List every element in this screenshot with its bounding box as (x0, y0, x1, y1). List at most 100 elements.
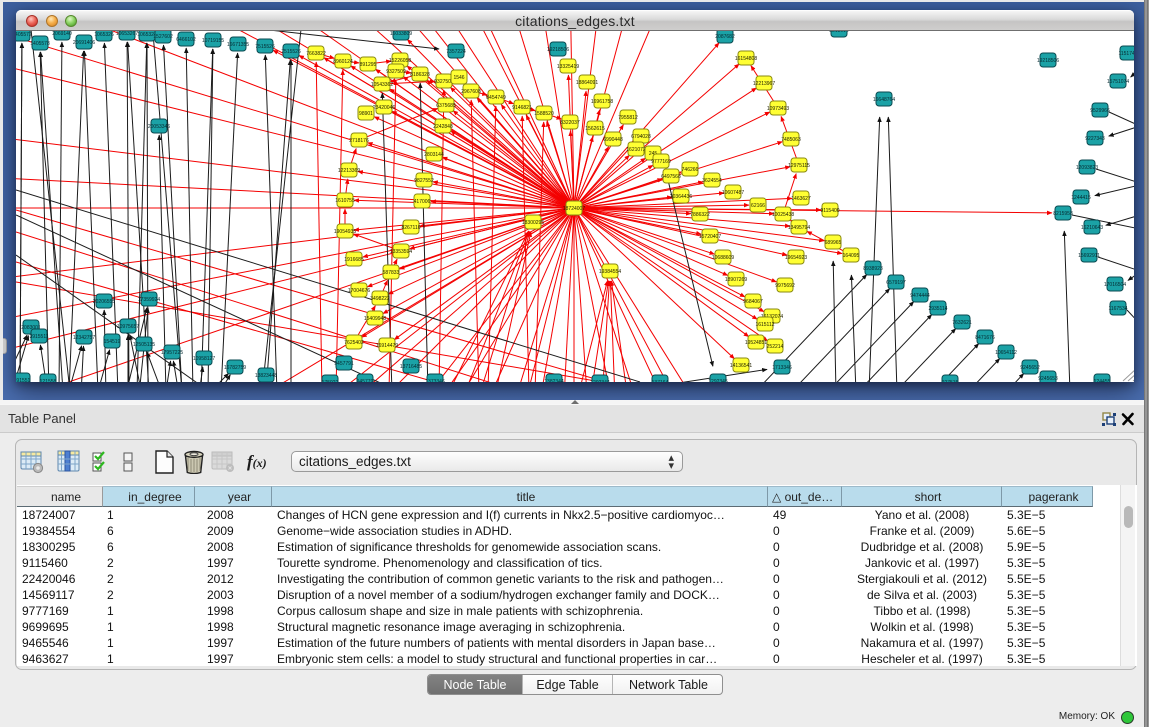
svg-text:15409948: 15409948 (364, 316, 386, 322)
svg-text:1621072: 1621072 (626, 147, 646, 153)
svg-text:9684067: 9684067 (743, 299, 763, 305)
svg-text:23420046: 23420046 (373, 105, 395, 111)
svg-text:9529966: 9529966 (1090, 108, 1110, 114)
svg-text:8454749: 8454749 (486, 95, 506, 101)
svg-text:7515526: 7515526 (255, 44, 275, 50)
svg-text:1713346: 1713346 (772, 365, 792, 371)
svg-text:9457791: 9457791 (334, 361, 354, 367)
svg-text:19654923: 19654923 (785, 255, 807, 261)
svg-text:2718176: 2718176 (349, 138, 369, 144)
svg-text:6497568: 6497568 (661, 174, 681, 180)
svg-text:9827552: 9827552 (414, 178, 434, 184)
svg-text:12975115: 12975115 (788, 163, 810, 169)
svg-text:927515: 927515 (942, 380, 959, 382)
svg-text:1292345: 1292345 (708, 379, 728, 382)
svg-text:7955812: 7955812 (618, 115, 638, 121)
svg-text:1916685: 1916685 (344, 257, 364, 263)
svg-text:2087682: 2087682 (715, 34, 735, 40)
svg-text:9115400: 9115400 (820, 208, 839, 214)
svg-text:3498222: 3498222 (370, 296, 390, 302)
svg-text:6990448: 6990448 (603, 137, 623, 143)
svg-text:3624554: 3624554 (702, 178, 722, 184)
svg-text:164095: 164095 (843, 253, 860, 259)
svg-text:10543362: 10543362 (371, 82, 393, 88)
svg-text:587833: 587833 (383, 270, 400, 276)
svg-text:6466102: 6466102 (176, 37, 196, 43)
svg-text:137164: 137164 (652, 380, 669, 382)
svg-text:1167534: 1167534 (1108, 306, 1127, 312)
svg-text:9146821: 9146821 (512, 105, 532, 111)
svg-text:16648764: 16648764 (873, 97, 895, 103)
svg-text:1562615: 1562615 (585, 126, 605, 132)
svg-text:10688609: 10688609 (712, 255, 734, 261)
svg-text:2803144: 2803144 (424, 152, 444, 158)
svg-text:16782759: 16782759 (224, 365, 246, 371)
svg-text:6794028: 6794028 (631, 134, 651, 140)
svg-text:1546: 1546 (453, 75, 464, 81)
svg-text:18300295: 18300295 (522, 220, 544, 226)
svg-text:1292344: 1292344 (590, 380, 610, 382)
svg-text:1244415: 1244415 (1071, 195, 1091, 201)
svg-text:689965: 689965 (825, 240, 842, 246)
svg-text:10958127: 10958127 (193, 356, 215, 362)
svg-text:8267110: 8267110 (401, 225, 420, 231)
svg-text:15751074: 15751074 (1107, 79, 1129, 85)
svg-text:9975692: 9975692 (775, 283, 795, 289)
svg-text:16671355: 16671355 (227, 42, 249, 48)
svg-text:13325419: 13325419 (557, 64, 579, 70)
svg-text:8471676: 8471676 (975, 335, 995, 341)
svg-text:20364436: 20364436 (670, 194, 692, 200)
svg-text:9245653: 9245653 (1038, 376, 1058, 382)
svg-text:2242848: 2242848 (433, 124, 453, 130)
svg-text:12505135: 12505135 (133, 342, 155, 348)
svg-text:13716485: 13716485 (400, 364, 422, 370)
svg-text:19218506: 19218506 (547, 47, 569, 53)
svg-text:17359924: 17359924 (138, 297, 160, 303)
svg-text:417006: 417006 (414, 199, 431, 205)
svg-text:6579197: 6579197 (886, 280, 906, 286)
svg-text:1615112: 1615112 (755, 322, 774, 328)
svg-text:12093823: 12093823 (1076, 165, 1098, 171)
svg-text:15720407: 15720407 (699, 234, 721, 240)
svg-text:10975657: 10975657 (117, 324, 139, 330)
svg-text:3915511: 3915511 (29, 334, 48, 340)
svg-text:1527602: 1527602 (153, 34, 173, 40)
svg-text:16914479: 16914479 (376, 343, 398, 349)
svg-text:18724007: 18724007 (563, 206, 585, 212)
svg-text:16961758: 16961758 (591, 99, 613, 105)
svg-text:8938923: 8938923 (863, 266, 883, 272)
svg-text:2405572: 2405572 (16, 32, 32, 38)
svg-text:9245652: 9245652 (1020, 365, 1040, 371)
svg-text:1610755: 1610755 (335, 198, 355, 204)
svg-text:891295: 891295 (360, 62, 377, 68)
svg-text:1151741: 1151741 (1118, 51, 1134, 57)
svg-text:13823448: 13823448 (255, 373, 277, 379)
svg-text:2967608: 2967608 (461, 89, 481, 95)
svg-text:9777169: 9777169 (651, 159, 671, 165)
svg-text:2069140: 2069140 (52, 31, 72, 37)
svg-text:16033809: 16033809 (390, 31, 412, 37)
svg-text:7357224: 7357224 (446, 49, 466, 55)
svg-text:19384554: 19384554 (599, 269, 621, 275)
svg-text:19524851: 19524851 (745, 340, 767, 346)
svg-text:8186328: 8186328 (410, 72, 430, 78)
svg-text:10653267: 10653267 (116, 31, 138, 37)
svg-text:17957225: 17957225 (161, 350, 183, 356)
svg-text:8322037: 8322037 (560, 120, 580, 126)
svg-text:7625402: 7625402 (344, 340, 364, 346)
svg-text:9327509: 9327509 (386, 69, 406, 75)
svg-text:16210643: 16210643 (1081, 225, 1103, 231)
svg-text:1373346: 1373346 (425, 379, 445, 382)
svg-text:13495794: 13495794 (788, 225, 810, 231)
svg-text:121558: 121558 (40, 379, 57, 382)
svg-text:16154808: 16154808 (735, 56, 757, 62)
svg-text:391551: 391551 (16, 378, 31, 382)
svg-text:10973493: 10973493 (767, 106, 789, 112)
svg-text:17016504: 17016504 (1104, 282, 1126, 288)
svg-text:20691406: 20691406 (73, 40, 95, 46)
svg-text:252214: 252214 (767, 344, 784, 350)
svg-text:175922: 175922 (322, 380, 339, 382)
svg-text:7663822: 7663822 (306, 51, 326, 57)
svg-text:6375685: 6375685 (436, 103, 456, 109)
svg-text:17004676: 17004676 (348, 288, 370, 294)
